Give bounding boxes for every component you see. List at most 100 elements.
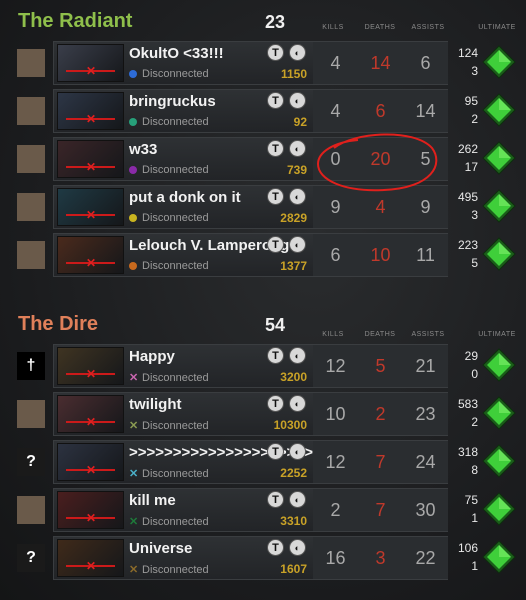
- deaths-value: 7: [358, 489, 403, 531]
- hero-portrait: ✕: [57, 188, 124, 226]
- assists-value: 14: [403, 90, 448, 132]
- tip-icon[interactable]: T: [267, 443, 284, 460]
- ultimate-ready-icon: [482, 237, 516, 271]
- player-avatar[interactable]: [17, 145, 45, 173]
- disconnect-x-icon: ✕: [86, 463, 97, 477]
- tip-icon[interactable]: T: [267, 236, 284, 253]
- dire-player-row[interactable]: † ✕ Happy ✕ Disconnected T ◐ 3200 12 5 21…: [0, 343, 526, 389]
- status-text: Disconnected: [142, 372, 209, 384]
- kills-value: 4: [313, 42, 358, 84]
- voice-mute-icon[interactable]: ◐: [289, 491, 306, 508]
- dire-player-row[interactable]: ? ✕ >>>>>>>>>>>>>>>>>>>>>> ✕ Disconnected…: [0, 439, 526, 485]
- player-avatar[interactable]: ?: [17, 448, 45, 476]
- ultimate-ready-icon: [482, 348, 516, 382]
- kills-value: 10: [313, 393, 358, 435]
- player-card[interactable]: ✕ OkultO <33!!! Disconnected T ◐ 1150 4 …: [53, 41, 448, 85]
- voice-mute-icon[interactable]: ◐: [289, 44, 306, 61]
- tip-icon[interactable]: T: [267, 92, 284, 109]
- tip-icon[interactable]: T: [267, 347, 284, 364]
- player-status: Disconnected: [129, 164, 209, 176]
- tip-icon[interactable]: T: [267, 491, 284, 508]
- networth-top-value: 262: [457, 142, 478, 156]
- networth-top-value: 223: [457, 238, 478, 252]
- voice-mute-icon[interactable]: ◐: [289, 347, 306, 364]
- player-card[interactable]: ✕ bringruckus Disconnected T ◐ 92 4 6 14: [53, 89, 448, 133]
- player-card[interactable]: ✕ >>>>>>>>>>>>>>>>>>>>>> ✕ Disconnected T…: [53, 440, 448, 484]
- hero-portrait: ✕: [57, 236, 124, 274]
- player-status: Disconnected: [129, 116, 209, 128]
- slot-x-icon: ✕: [129, 468, 139, 480]
- player-gold: 3200: [280, 370, 307, 384]
- assists-value: 23: [403, 393, 448, 435]
- hero-portrait: ✕: [57, 491, 124, 529]
- slot-x-icon: ✕: [129, 372, 139, 384]
- radiant-player-row[interactable]: ✕ put a donk on it Disconnected T ◐ 2829…: [0, 184, 526, 230]
- disconnect-x-icon: ✕: [86, 160, 97, 174]
- player-card[interactable]: ✕ kill me ✕ Disconnected T ◐ 3310 2 7 30: [53, 488, 448, 532]
- radiant-player-row[interactable]: ✕ bringruckus Disconnected T ◐ 92 4 6 14…: [0, 88, 526, 134]
- tip-icon[interactable]: T: [267, 395, 284, 412]
- disconnect-x-icon: ✕: [86, 64, 97, 78]
- player-status: Disconnected: [129, 212, 209, 224]
- player-card[interactable]: ✕ Universe ✕ Disconnected T ◐ 1607 16 3 2…: [53, 536, 448, 580]
- player-card[interactable]: ✕ Happy ✕ Disconnected T ◐ 3200 12 5 21: [53, 344, 448, 388]
- radiant-player-row[interactable]: ✕ OkultO <33!!! Disconnected T ◐ 1150 4 …: [0, 40, 526, 86]
- radiant-kills-header: KILLS: [322, 24, 344, 31]
- voice-mute-icon[interactable]: ◐: [289, 140, 306, 157]
- ultimate-ready-icon: [482, 93, 516, 127]
- player-avatar[interactable]: [17, 241, 45, 269]
- deaths-value: 14: [358, 42, 403, 84]
- voice-mute-icon[interactable]: ◐: [289, 539, 306, 556]
- player-avatar[interactable]: [17, 400, 45, 428]
- player-avatar[interactable]: [17, 49, 45, 77]
- hero-portrait: ✕: [57, 347, 124, 385]
- dire-player-row[interactable]: ✕ kill me ✕ Disconnected T ◐ 3310 2 7 30 …: [0, 487, 526, 533]
- ultimate-ready-icon: [482, 444, 516, 478]
- player-avatar[interactable]: ?: [17, 544, 45, 572]
- networth-bottom-value: 0: [471, 367, 478, 381]
- networth-top-value: 495: [457, 190, 478, 204]
- tip-icon[interactable]: T: [267, 539, 284, 556]
- assists-value: 24: [403, 441, 448, 483]
- tip-icon[interactable]: T: [267, 44, 284, 61]
- disconnect-x-icon: ✕: [86, 208, 97, 222]
- networth-top-value: 583: [457, 397, 478, 411]
- player-gold: 2829: [280, 211, 307, 225]
- hero-portrait: ✕: [57, 443, 124, 481]
- networth-bottom-value: 17: [464, 160, 478, 174]
- status-text: Disconnected: [142, 164, 209, 176]
- slot-color-dot-icon: [129, 70, 137, 78]
- radiant-player-row[interactable]: ✕ w33 Disconnected T ◐ 739 0 20 5 262 17: [0, 136, 526, 182]
- player-card[interactable]: ✕ twilight ✕ Disconnected T ◐ 10300 10 2 …: [53, 392, 448, 436]
- player-status: ✕ Disconnected: [129, 419, 209, 432]
- player-status: ✕ Disconnected: [129, 563, 209, 576]
- dire-player-row[interactable]: ✕ twilight ✕ Disconnected T ◐ 10300 10 2 …: [0, 391, 526, 437]
- assists-value: 11: [403, 234, 448, 276]
- player-card[interactable]: ✕ Lelouch V. Lamperouge Disconnected T ◐…: [53, 233, 448, 277]
- radiant-player-row[interactable]: ✕ Lelouch V. Lamperouge Disconnected T ◐…: [0, 232, 526, 278]
- player-avatar[interactable]: [17, 193, 45, 221]
- player-card[interactable]: ✕ put a donk on it Disconnected T ◐ 2829…: [53, 185, 448, 229]
- ultimate-ready-icon: [482, 141, 516, 175]
- voice-mute-icon[interactable]: ◐: [289, 395, 306, 412]
- voice-mute-icon[interactable]: ◐: [289, 188, 306, 205]
- player-avatar[interactable]: [17, 97, 45, 125]
- hero-portrait: ✕: [57, 140, 124, 178]
- tip-icon[interactable]: T: [267, 140, 284, 157]
- player-card[interactable]: ✕ w33 Disconnected T ◐ 739 0 20 5: [53, 137, 448, 181]
- disconnect-x-icon: ✕: [86, 415, 97, 429]
- player-avatar[interactable]: [17, 496, 45, 524]
- dire-player-row[interactable]: ? ✕ Universe ✕ Disconnected T ◐ 1607 16 3…: [0, 535, 526, 581]
- ultimate-ready-icon: [482, 492, 516, 526]
- voice-mute-icon[interactable]: ◐: [289, 236, 306, 253]
- tip-icon[interactable]: T: [267, 188, 284, 205]
- player-gold: 10300: [273, 418, 307, 432]
- voice-mute-icon[interactable]: ◐: [289, 92, 306, 109]
- player-gold: 3310: [280, 514, 307, 528]
- assists-value: 9: [403, 186, 448, 228]
- status-text: Disconnected: [142, 564, 209, 576]
- dire-team-name: The Dire: [18, 313, 99, 335]
- deaths-value: 7: [358, 441, 403, 483]
- voice-mute-icon[interactable]: ◐: [289, 443, 306, 460]
- player-avatar[interactable]: †: [17, 352, 45, 380]
